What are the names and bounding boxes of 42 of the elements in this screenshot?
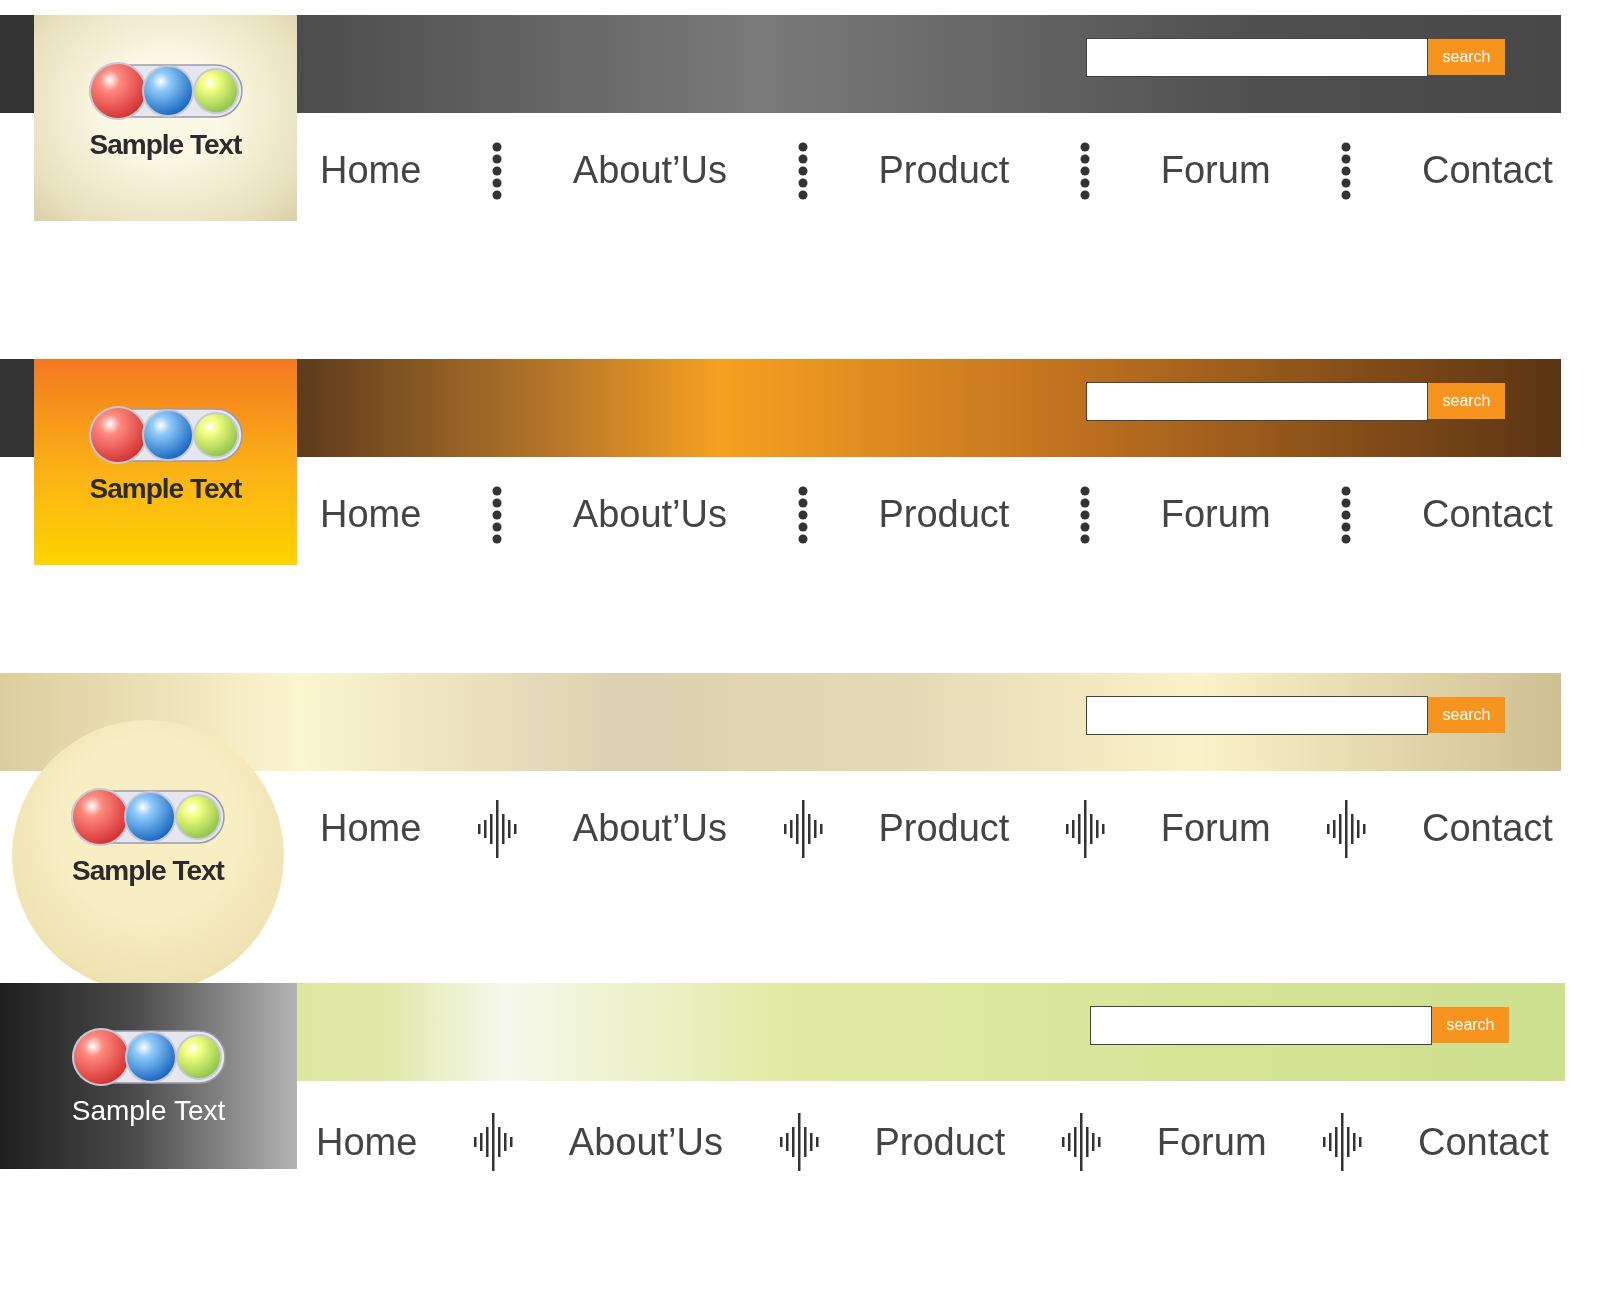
- dots-icon: [1080, 485, 1091, 544]
- nav-link[interactable]: Home: [320, 807, 422, 850]
- nav-link[interactable]: About’Us: [568, 1120, 723, 1164]
- nav-link[interactable]: Product: [878, 807, 1010, 850]
- nav-link[interactable]: Product: [878, 493, 1010, 536]
- dots-icon: [492, 485, 503, 544]
- waveform-icon: [471, 1112, 516, 1172]
- dots-icon: [1341, 141, 1352, 200]
- dots-icon: [1341, 485, 1352, 544]
- logo-text: Sample Text: [71, 1095, 226, 1127]
- nav-link[interactable]: Product: [878, 149, 1010, 192]
- nav-link[interactable]: Home: [320, 493, 422, 536]
- nav-link[interactable]: Forum: [1160, 493, 1271, 536]
- logo-text: Sample Text: [89, 129, 242, 161]
- dots-icon: [797, 485, 808, 544]
- nav-link[interactable]: About’Us: [572, 807, 727, 850]
- nav-link[interactable]: Product: [874, 1120, 1006, 1164]
- logo-text: Sample Text: [72, 855, 224, 887]
- search-field[interactable]: [1086, 38, 1428, 77]
- dots-icon: [492, 141, 503, 200]
- waveform-icon: [1324, 798, 1369, 859]
- nav-link[interactable]: Home: [320, 149, 422, 192]
- nav-link[interactable]: Forum: [1156, 1120, 1267, 1164]
- waveform-icon: [1320, 1112, 1365, 1172]
- dots-icon: [797, 141, 808, 200]
- waveform-icon: [475, 798, 520, 859]
- nav-link[interactable]: Home: [316, 1120, 418, 1164]
- search-field[interactable]: [1086, 382, 1428, 421]
- logo-text: Sample Text: [89, 473, 242, 505]
- nav-link[interactable]: Forum: [1160, 149, 1271, 192]
- nav-link[interactable]: About’Us: [572, 149, 727, 192]
- nav-link[interactable]: Forum: [1160, 807, 1271, 850]
- nav-link[interactable]: Contact: [1421, 807, 1553, 850]
- nav-link[interactable]: Contact: [1417, 1120, 1549, 1164]
- nav-link[interactable]: Contact: [1421, 493, 1553, 536]
- search-field[interactable]: [1086, 696, 1428, 735]
- waveform-icon: [1063, 798, 1108, 859]
- nav-link[interactable]: Contact: [1421, 149, 1553, 192]
- dots-icon: [1080, 141, 1091, 200]
- waveform-icon: [1059, 1112, 1104, 1172]
- search-field[interactable]: [1090, 1006, 1432, 1045]
- nav-link[interactable]: About’Us: [572, 493, 727, 536]
